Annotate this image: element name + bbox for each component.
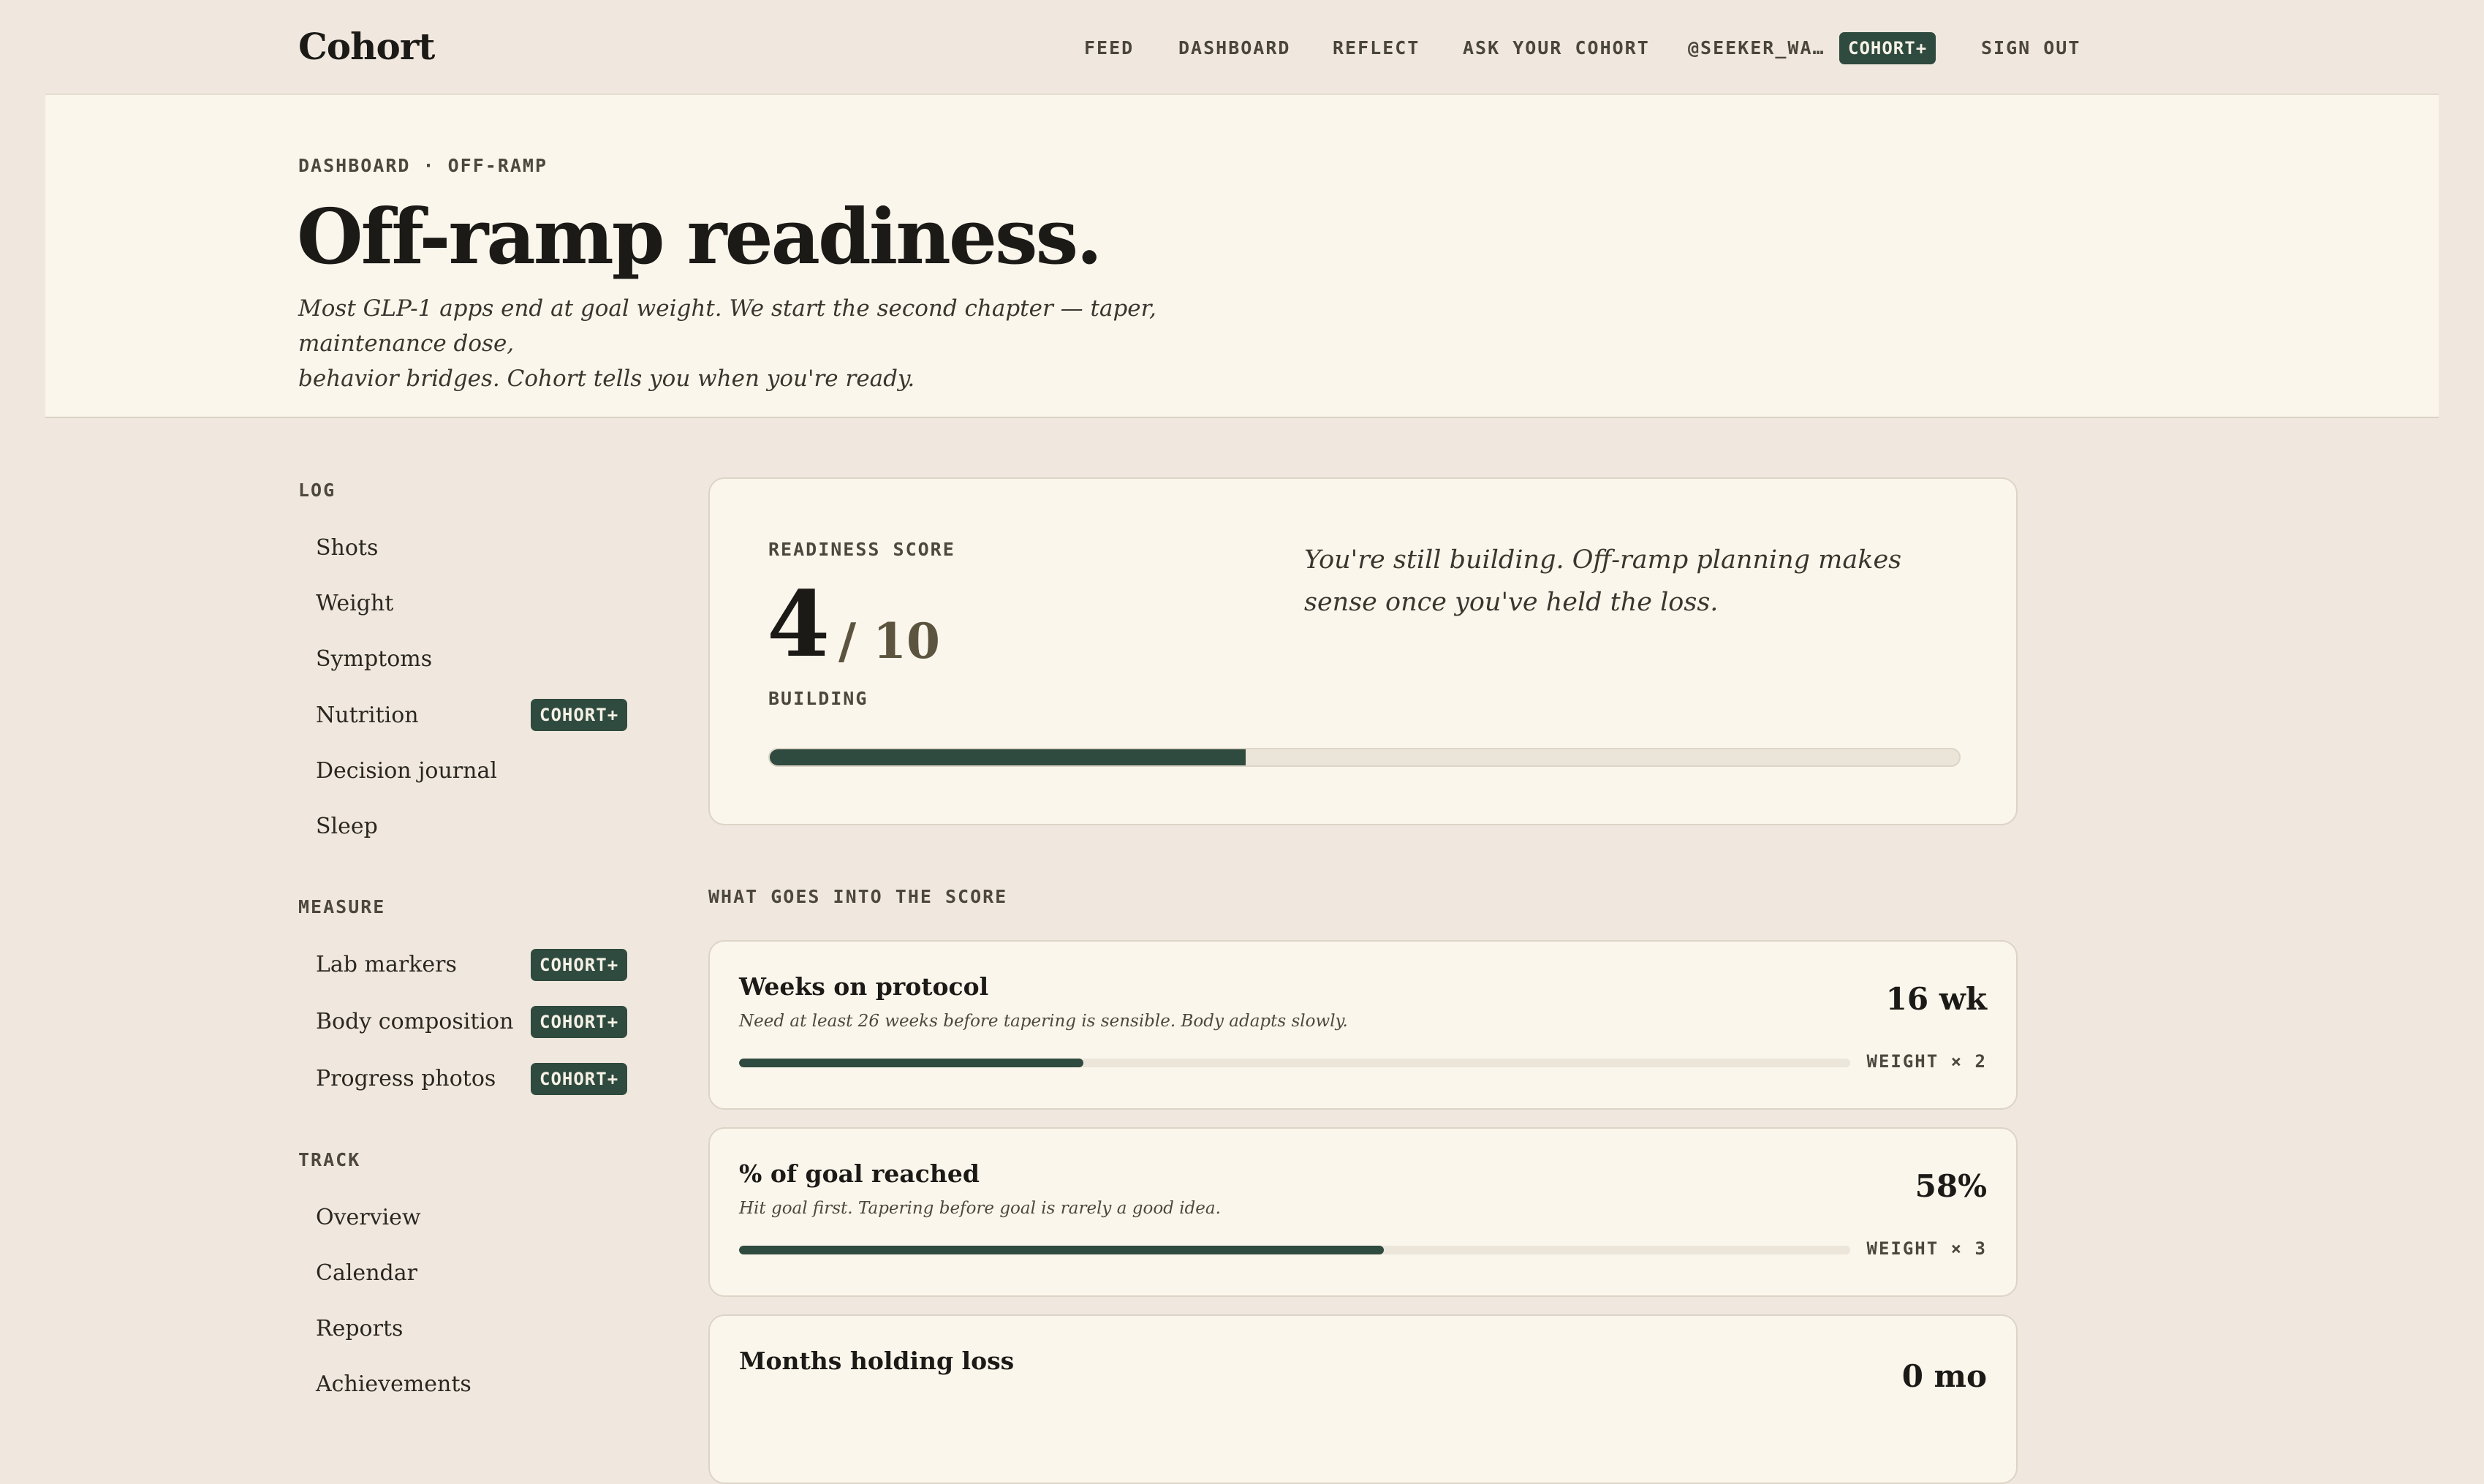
cohort-plus-badge[interactable]: COHORT+ (1839, 32, 1936, 64)
cohort-plus-badge: COHORT+ (531, 1006, 628, 1038)
factor-progress-bar (739, 1246, 1850, 1254)
readiness-score-denominator: / 10 (838, 613, 940, 670)
sidebar-heading-track: TRACK (298, 1149, 361, 1170)
readiness-score-card: READINESS SCORE 4 / 10 BUILDING You're s… (708, 477, 2018, 825)
readiness-status: BUILDING (768, 688, 868, 709)
page-subtitle-line: Most GLP-1 apps end at goal weight. We s… (298, 295, 1156, 357)
factor-card-months-holding-loss: Months holding loss 0 mo (708, 1314, 2018, 1484)
factor-card-goal-reached: % of goal reached Hit goal first. Taperi… (708, 1127, 2018, 1297)
factor-card-weeks-on-protocol: Weeks on protocol Need at least 26 weeks… (708, 940, 2018, 1110)
sidebar-item-calendar[interactable]: Calendar (316, 1254, 630, 1292)
sidebar-item-symptoms[interactable]: Symptoms (316, 640, 630, 678)
sidebar-item-shots[interactable]: Shots (316, 529, 630, 567)
sidebar-item-reports[interactable]: Reports (316, 1310, 630, 1348)
factor-value: 16 wk (1885, 981, 1987, 1017)
nav-dashboard[interactable]: DASHBOARD (1178, 32, 1290, 64)
readiness-score-value: 4 (767, 572, 830, 678)
factor-progress-fill (739, 1246, 1384, 1254)
section-heading-score-factors: WHAT GOES INTO THE SCORE (708, 886, 1008, 907)
cohort-plus-badge: COHORT+ (531, 699, 628, 731)
factor-description: Need at least 26 weeks before tapering i… (739, 1012, 1348, 1031)
factor-title: % of goal reached (739, 1159, 980, 1188)
sidebar-item-sleep[interactable]: Sleep (316, 808, 630, 846)
sidebar-heading-log: LOG (298, 480, 336, 501)
main-nav: FEED DASHBOARD REFLECT ASK YOUR COHORT @… (0, 32, 2484, 64)
factor-title: Months holding loss (739, 1347, 1015, 1375)
nav-ask-your-cohort[interactable]: ASK YOUR COHORT (1463, 32, 1650, 64)
sidebar-item-achievements[interactable]: Achievements (316, 1366, 630, 1404)
cohort-plus-badge: COHORT+ (531, 949, 628, 981)
sign-out-link[interactable]: SIGN OUT (1981, 32, 2080, 64)
breadcrumb: DASHBOARD · OFF-RAMP (298, 155, 548, 176)
factor-weight: WEIGHT × 3 (1866, 1238, 1987, 1259)
readiness-progress-bar (768, 748, 1961, 767)
factor-value: 58% (1915, 1168, 1987, 1204)
factor-description: Hit goal first. Tapering before goal is … (739, 1199, 1221, 1218)
sidebar-item-weight[interactable]: Weight (316, 585, 630, 623)
factor-progress-fill (739, 1059, 1084, 1067)
nav-reflect[interactable]: REFLECT (1333, 32, 1420, 64)
cohort-plus-badge: COHORT+ (531, 1063, 628, 1095)
readiness-score-label: READINESS SCORE (768, 539, 955, 560)
factor-value: 0 mo (1901, 1358, 1987, 1394)
top-nav-bar: Cohort FEED DASHBOARD REFLECT ASK YOUR C… (0, 0, 2484, 94)
nav-user-profile[interactable]: @SEEKER_WA… (1688, 32, 1825, 64)
page-subtitle-line: behavior bridges. Cohort tells you when … (298, 366, 915, 392)
page-subtitle: Most GLP-1 apps end at goal weight. We s… (298, 291, 1278, 396)
factor-progress-bar (739, 1059, 1850, 1067)
readiness-progress-fill (770, 749, 1246, 765)
nav-feed[interactable]: FEED (1084, 32, 1134, 64)
factor-weight: WEIGHT × 2 (1866, 1051, 1987, 1072)
sidebar-heading-measure: MEASURE (298, 896, 386, 917)
sidebar-item-decision-journal[interactable]: Decision journal (316, 752, 630, 790)
sidebar-item-overview[interactable]: Overview (316, 1199, 630, 1237)
page-title: Off-ramp readiness. (297, 192, 1102, 281)
factor-title: Weeks on protocol (739, 972, 989, 1001)
readiness-message: You're still building. Off-ramp planning… (1304, 545, 1902, 617)
page-header: DASHBOARD · OFF-RAMP Off-ramp readiness.… (45, 94, 2439, 418)
